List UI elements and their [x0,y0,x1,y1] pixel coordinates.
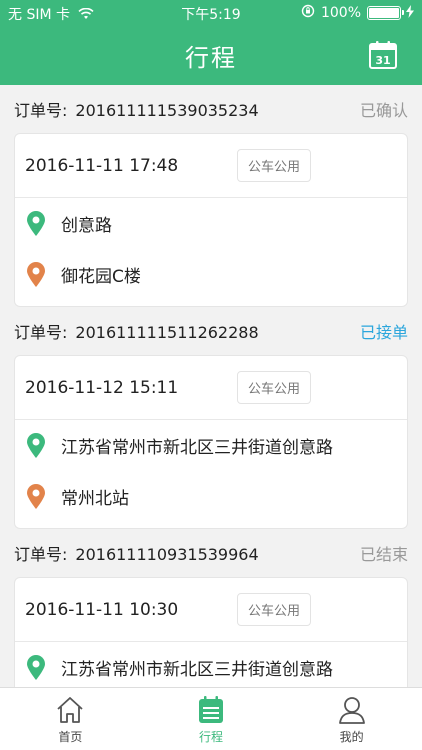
order-block: 订单号: 2016111115390352​34 已确认 2016-11-11 1… [0,85,422,307]
tab-itinerary-label: 行程 [199,730,224,744]
order-number-value: 2016111115390352​34 [75,101,259,120]
order-status: 已结束 [359,545,408,564]
trip-type-tag: 公车公用 [237,593,312,626]
trip-type-tag: 公车公用 [237,149,312,182]
trip-start-address: 江苏省常州市新北区三井街道创意路 [61,660,333,680]
trip-card-top: 2016-11-11 17:48 公车公用 [15,134,407,198]
calendar-icon: 31 [369,41,397,69]
itinerary-icon [199,696,223,723]
order-number-value: 2016111115112622​88 [75,323,259,342]
battery-icon [367,6,404,20]
calendar-button[interactable]: 31 [368,40,398,70]
trip-card-top: 2016-11-12 15:11 公车公用 [15,356,407,420]
tab-home[interactable]: 首页 [0,688,141,750]
order-number: 订单号: 2016111115390352​34 [14,97,259,121]
order-status: 已接单 [359,323,408,342]
order-number-label: 订单号: [14,323,68,342]
tab-profile-label: 我的 [339,730,364,744]
order-header: 订单号: 2016111115390352​34 已确认 [0,85,422,133]
order-number-label: 订单号: [14,101,68,120]
trip-time: 2016-11-12 15:11 [25,377,179,398]
order-block: 订单号: 2016111115112622​88 已接单 2016-11-12 1… [0,307,422,529]
trip-start: 江苏省常州市新北区三井街道创意路 [15,642,407,687]
tab-itinerary[interactable]: 行程 [141,688,282,750]
order-number-value: 2016111109315399​64 [75,545,259,564]
battery-percent: 100% [320,5,361,21]
trip-type-tag: 公车公用 [237,371,312,404]
page-title: 行程 [185,44,237,72]
home-icon [57,697,83,723]
order-number: 订单号: 2016111115112622​88 [14,319,259,343]
trip-start: 江苏省常州市新北区三井街道创意路 [15,420,407,471]
status-right: 100% [301,4,414,22]
order-header: 订单号: 2016111115112622​88 已接单 [0,307,422,355]
tab-home-label: 首页 [58,730,83,744]
trip-end: 常州北站 [15,471,407,522]
profile-icon [338,697,365,724]
trip-card[interactable]: 2016-11-11 17:48 公车公用 创意路 御花园C楼 [14,133,408,307]
app-header: 无 SIM 卡 下午5:19 100% 行程 31 [0,0,422,85]
trip-list[interactable]: 订单号: 2016111115390352​34 已确认 2016-11-11 1… [0,85,422,687]
trip-end: 御花园C楼 [15,249,407,300]
tab-profile[interactable]: 我的 [281,688,422,750]
start-pin-icon [27,654,45,680]
trip-start-address: 江苏省常州市新北区三井街道创意路 [61,438,333,458]
trip-start: 创意路 [15,198,407,249]
end-pin-icon [27,483,45,509]
trip-time: 2016-11-11 17:48 [25,155,179,176]
trip-card-top: 2016-11-11 10:30 公车公用 [15,578,407,642]
end-pin-icon [27,261,45,287]
start-pin-icon [27,210,45,236]
trip-end-address: 御花园C楼 [61,267,141,287]
order-number: 订单号: 2016111109315399​64 [14,541,259,565]
order-header: 订单号: 2016111109315399​64 已结束 [0,529,422,577]
tab-bar: 首页 行程 我的 [0,687,422,750]
rotation-lock-icon [301,4,321,22]
trip-card[interactable]: 2016-11-12 15:11 公车公用 江苏省常州市新北区三井街道创意路 常… [14,355,408,529]
svg-text:31: 31 [375,54,390,67]
order-status: 已确认 [359,101,408,120]
trip-start-address: 创意路 [61,216,112,236]
order-block: 订单号: 2016111109315399​64 已结束 2016-11-11 1… [0,529,422,687]
trip-time: 2016-11-11 10:30 [25,599,179,620]
trip-end-address: 常州北站 [61,489,129,509]
trip-card[interactable]: 2016-11-11 10:30 公车公用 江苏省常州市新北区三井街道创意路 [14,577,408,687]
start-pin-icon [27,432,45,458]
order-number-label: 订单号: [14,545,68,564]
status-bar: 无 SIM 卡 下午5:19 100% [0,0,422,26]
